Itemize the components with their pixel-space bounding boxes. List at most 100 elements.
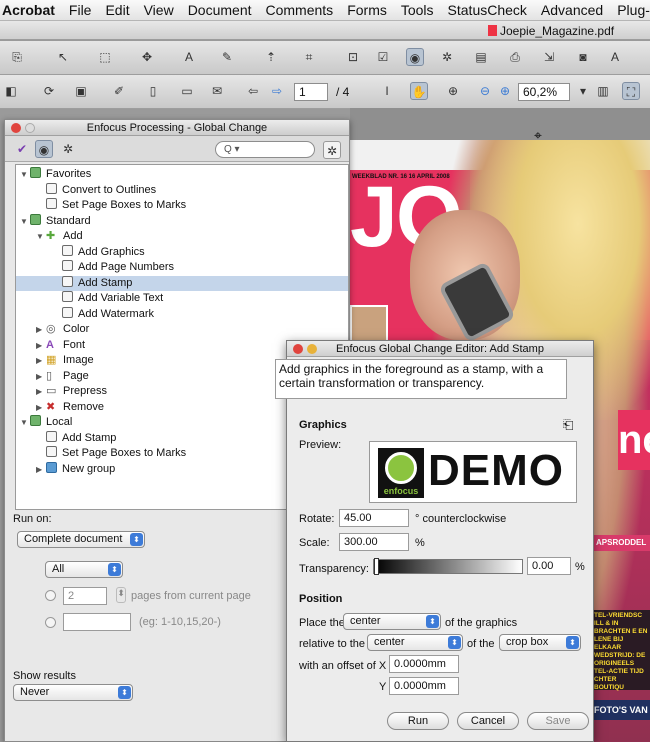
camera-icon[interactable]: ◙: [574, 48, 592, 66]
document-icon[interactable]: ▣: [72, 82, 90, 100]
disclosure-closed-icon[interactable]: ▶: [36, 338, 46, 353]
tree-item[interactable]: Add Watermark: [16, 306, 348, 323]
menu-item-document[interactable]: Document: [181, 2, 259, 18]
pen-tool-icon[interactable]: ✎: [218, 48, 236, 66]
close-icon[interactable]: [11, 123, 21, 133]
offset-x-field[interactable]: 0.0000mm: [389, 655, 459, 673]
menu-item-comments[interactable]: Comments: [259, 2, 341, 18]
page-range-radio[interactable]: [45, 617, 56, 628]
tree-item[interactable]: ▼ Standard: [16, 213, 348, 230]
cancel-button[interactable]: Cancel: [457, 712, 519, 730]
minimize-icon[interactable]: [307, 344, 317, 354]
disclosure-open-icon[interactable]: ▼: [20, 167, 30, 182]
rotate-field[interactable]: 45.00: [339, 509, 409, 527]
pin-icon[interactable]: ⇡: [262, 48, 280, 66]
gear-icon[interactable]: ✲: [59, 140, 77, 158]
tree-item[interactable]: ▼ Favorites: [16, 167, 348, 183]
fit-width-icon[interactable]: ⛶: [622, 82, 640, 100]
save-button[interactable]: Save: [527, 712, 589, 730]
zoom-box-icon[interactable]: ⊡: [344, 48, 362, 66]
disclosure-closed-icon[interactable]: ▶: [36, 322, 46, 337]
tree-item[interactable]: Add Graphics: [16, 244, 348, 261]
disclosure-closed-icon[interactable]: ▶: [36, 384, 46, 399]
anchor-select[interactable]: center ⬍: [343, 613, 441, 630]
menu-item-tools[interactable]: Tools: [394, 2, 441, 18]
zoom-in-icon[interactable]: ⊕: [496, 82, 514, 100]
menu-item-view[interactable]: View: [137, 2, 181, 18]
font-icon[interactable]: A: [606, 48, 624, 66]
select-arrow-icon[interactable]: ↖: [54, 48, 72, 66]
slider-handle[interactable]: [374, 558, 379, 575]
tree-item[interactable]: Add Stamp: [16, 275, 348, 291]
print-icon[interactable]: ⎙: [506, 48, 524, 66]
tree-item[interactable]: Convert to Outlines: [16, 182, 348, 199]
card-icon[interactable]: ▭: [178, 82, 196, 100]
check-icon[interactable]: ☑: [374, 48, 392, 66]
export-icon[interactable]: ⇲: [540, 48, 558, 66]
transparency-field[interactable]: 0.00: [527, 557, 571, 575]
preferences-icon[interactable]: ✲: [438, 48, 456, 66]
edit-icon[interactable]: ✐: [110, 82, 128, 100]
action-menu-icon[interactable]: ✲: [323, 141, 341, 159]
tree-item[interactable]: Set Page Boxes to Marks: [16, 198, 348, 214]
disclosure-closed-icon[interactable]: ▶: [36, 369, 46, 384]
pages-from-radio[interactable]: [45, 590, 56, 601]
global-change-mode-icon[interactable]: ◉: [35, 140, 53, 158]
checkmark-icon[interactable]: ✔: [13, 140, 31, 158]
menu-item-statuscheck[interactable]: StatusCheck: [441, 2, 534, 18]
run-button[interactable]: Run: [387, 712, 449, 730]
disclosure-open-icon[interactable]: ▼: [36, 229, 46, 244]
zoom-out-icon[interactable]: ⊖: [476, 82, 494, 100]
relative-select[interactable]: center ⬍: [367, 634, 463, 651]
run-on-select[interactable]: Complete document ⬍: [17, 531, 145, 548]
import-graphic-icon[interactable]: ⎗: [563, 417, 573, 433]
text-select-icon[interactable]: I: [378, 82, 396, 100]
prev-page-icon[interactable]: ⇦: [244, 82, 262, 100]
next-page-icon[interactable]: ⇨: [268, 82, 286, 100]
menu-item-acrobat[interactable]: Acrobat: [0, 2, 62, 18]
crop-icon[interactable]: ⌗: [300, 48, 318, 66]
disclosure-open-icon[interactable]: ▼: [20, 415, 30, 430]
scale-field[interactable]: 300.00: [339, 533, 409, 551]
tree-item[interactable]: Add Page Numbers: [16, 260, 348, 276]
hand-tool-icon[interactable]: ✋: [410, 82, 428, 100]
stepper-icon[interactable]: ⬍: [116, 587, 126, 603]
show-results-select[interactable]: Never ⬍: [13, 684, 133, 701]
move-icon[interactable]: ✥: [138, 48, 156, 66]
disclosure-closed-icon[interactable]: ▶: [36, 353, 46, 368]
tree-item[interactable]: Add Variable Text: [16, 291, 348, 307]
box-select[interactable]: crop box ⬍: [499, 634, 581, 651]
disclosure-closed-icon[interactable]: ▶: [36, 400, 46, 415]
disclosure-closed-icon[interactable]: ▶: [36, 462, 46, 477]
minimize-icon[interactable]: [25, 123, 35, 133]
layout-icon[interactable]: ▤: [472, 48, 490, 66]
disclosure-open-icon[interactable]: ▼: [20, 214, 30, 229]
menu-item-plug-ins[interactable]: Plug-Ins: [610, 2, 650, 18]
zoom-field[interactable]: 60,2%: [518, 83, 570, 101]
transparency-slider[interactable]: [373, 558, 523, 575]
fit-page-icon[interactable]: ▥: [594, 82, 612, 100]
attach-icon[interactable]: ⎘: [8, 48, 26, 66]
text-tool-icon[interactable]: A: [180, 48, 198, 66]
page-range-field[interactable]: [63, 613, 131, 631]
close-icon[interactable]: [293, 344, 303, 354]
mail-icon[interactable]: ✉: [208, 82, 226, 100]
menu-item-edit[interactable]: Edit: [98, 2, 136, 18]
save-icon[interactable]: ▯: [144, 82, 162, 100]
zoom-dropdown-icon[interactable]: ▾: [574, 82, 592, 100]
search-input[interactable]: Q ▾: [215, 141, 315, 158]
pages-select[interactable]: All ⬍: [45, 561, 123, 578]
marquee-icon[interactable]: ⬚: [96, 48, 114, 66]
zoom-tool-icon[interactable]: ⊕: [444, 82, 462, 100]
pages-count-field[interactable]: 2: [63, 587, 107, 605]
tree-item[interactable]: ▶ ◎ Color: [16, 322, 348, 338]
page-number-field[interactable]: 1: [294, 83, 328, 101]
menu-item-forms[interactable]: Forms: [340, 2, 394, 18]
menu-item-file[interactable]: File: [62, 2, 99, 18]
tree-item[interactable]: ▼ ✚ Add: [16, 229, 348, 245]
global-change-icon[interactable]: ◉: [406, 48, 424, 66]
process-icon[interactable]: ⟳: [40, 82, 58, 100]
offset-y-field[interactable]: 0.0000mm: [389, 677, 459, 695]
sidebar-icon[interactable]: ◧: [2, 82, 20, 100]
menu-item-advanced[interactable]: Advanced: [534, 2, 610, 18]
